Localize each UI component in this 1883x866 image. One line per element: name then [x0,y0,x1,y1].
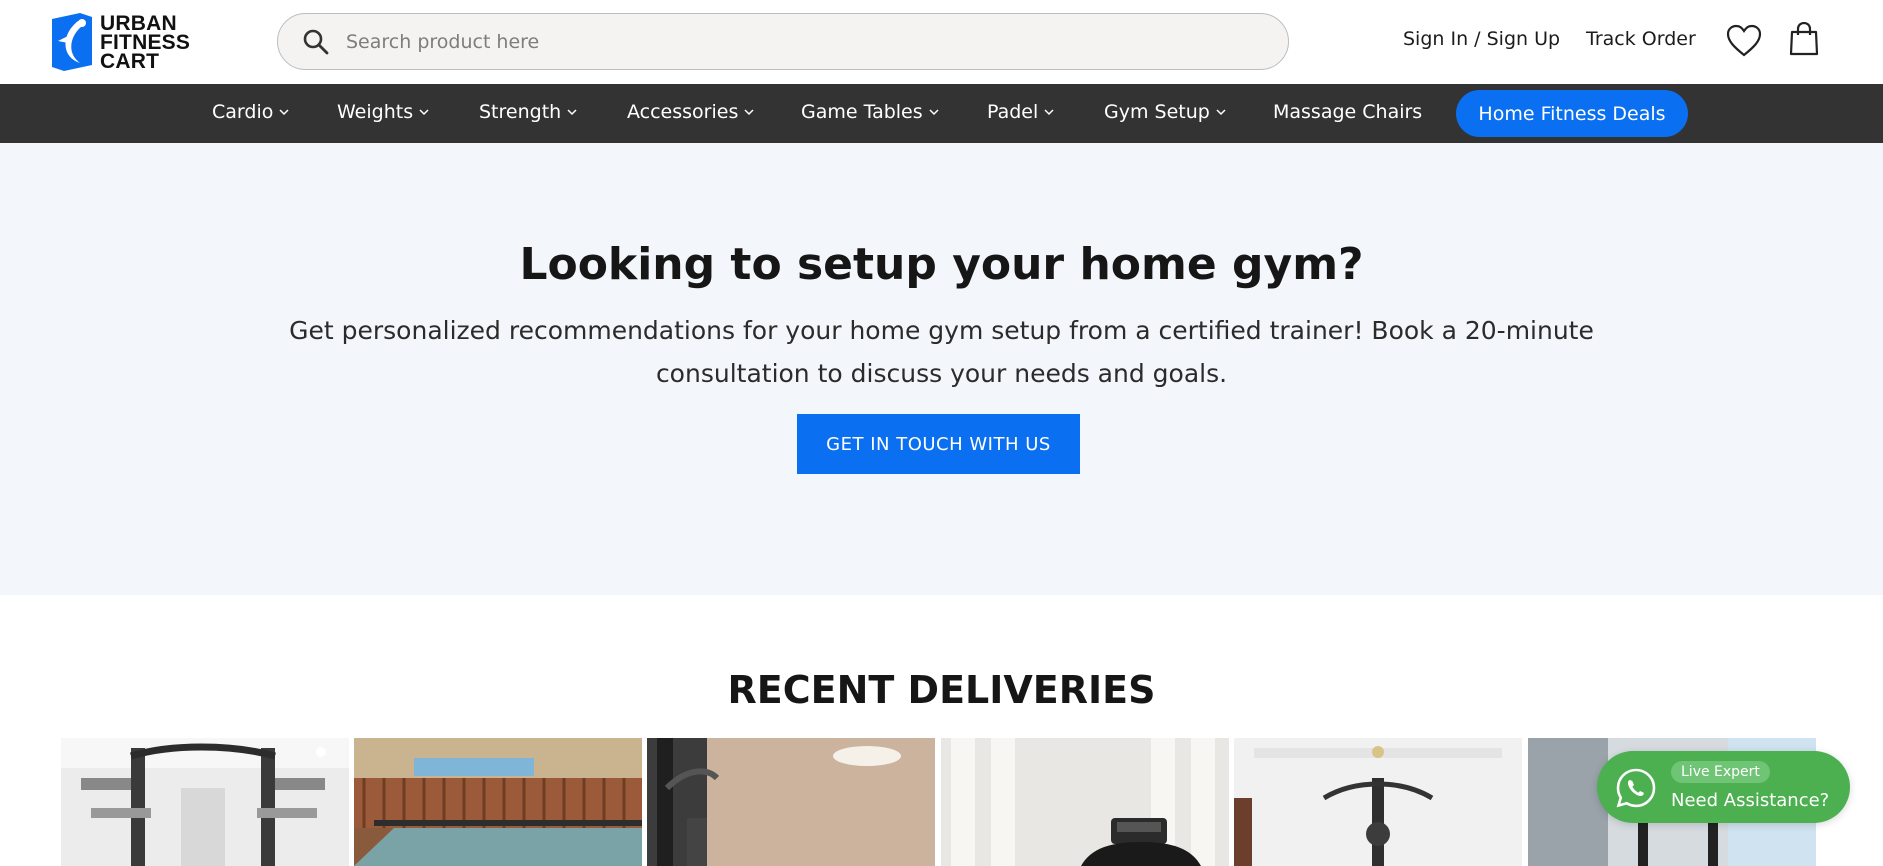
whatsapp-chat-widget[interactable]: Live Expert Need Assistance? [1597,751,1850,823]
get-in-touch-button[interactable]: GET IN TOUCH WITH US [797,414,1080,474]
category-nav: Cardio Weights Strength Accessories Game… [0,84,1883,143]
whatsapp-icon [1616,768,1656,808]
logo-wordmark: URBAN FITNESS CART [100,11,191,73]
chevron-down-icon [279,108,289,115]
nav-item-label: Strength [479,101,562,123]
delivery-photo-power-rack[interactable] [61,738,349,866]
hero-title: Looking to setup your home gym? [519,239,1364,290]
table-tennis-image [354,738,642,866]
nav-item-label: Padel [987,101,1039,123]
brand-logo[interactable]: URBAN FITNESS CART [50,10,200,74]
nav-item-cardio[interactable]: Cardio [212,101,289,123]
nav-item-game-tables[interactable]: Game Tables [801,101,939,123]
treadmill-image [941,738,1229,866]
deliveries-gallery [61,738,1816,866]
delivery-photo-cable-machine[interactable] [647,738,935,866]
signin-link[interactable]: Sign In / Sign Up [1403,28,1560,50]
nav-item-label: Game Tables [801,101,923,123]
cable-machine-image [647,738,935,866]
home-gym-image [1234,738,1522,866]
delivery-photo-table-tennis[interactable] [354,738,642,866]
delivery-photo-home-gym[interactable] [1234,738,1522,866]
search-input[interactable] [346,30,1246,53]
chevron-down-icon [744,108,754,115]
chevron-down-icon [419,108,429,115]
logo-line: CART [100,49,160,73]
chevron-down-icon [1044,108,1054,115]
chevron-down-icon [929,108,939,115]
nav-item-accessories[interactable]: Accessories [627,101,754,123]
shopping-bag-icon[interactable] [1789,22,1819,56]
logo-mark-icon [52,13,92,71]
power-rack-image [61,738,349,866]
home-fitness-deals-button[interactable]: Home Fitness Deals [1456,90,1688,137]
nav-item-label: Gym Setup [1104,101,1210,123]
nav-item-label: Massage Chairs [1273,101,1423,123]
nav-item-padel[interactable]: Padel [987,101,1054,123]
logo-line: FITNESS [100,30,191,54]
nav-item-massage-chairs[interactable]: Massage Chairs [1273,101,1422,123]
consultation-banner: Looking to setup your home gym? Get pers… [0,143,1883,595]
nav-item-strength[interactable]: Strength [479,101,577,123]
nav-item-label: Accessories [627,101,739,123]
search-bar[interactable] [277,13,1289,70]
need-assistance-label: Need Assistance? [1671,790,1830,811]
nav-item-label: Weights [337,101,414,123]
nav-item-weights[interactable]: Weights [337,101,429,123]
search-icon[interactable] [302,28,330,56]
wishlist-heart-icon[interactable] [1726,24,1762,58]
chevron-down-icon [1216,108,1226,115]
nav-item-gym-setup[interactable]: Gym Setup [1104,101,1226,123]
live-expert-badge: Live Expert [1671,761,1770,783]
delivery-photo-treadmill[interactable] [941,738,1229,866]
nav-item-label: Cardio [212,101,274,123]
hero-description: Get personalized recommendations for you… [289,316,1594,388]
recent-deliveries-title: RECENT DELIVERIES [727,668,1156,712]
site-header: URBAN FITNESS CART Sign In / Sign Up Tra… [0,0,1883,84]
logo-line: URBAN [100,11,177,35]
chevron-down-icon [567,108,577,115]
track-order-link[interactable]: Track Order [1586,28,1696,50]
